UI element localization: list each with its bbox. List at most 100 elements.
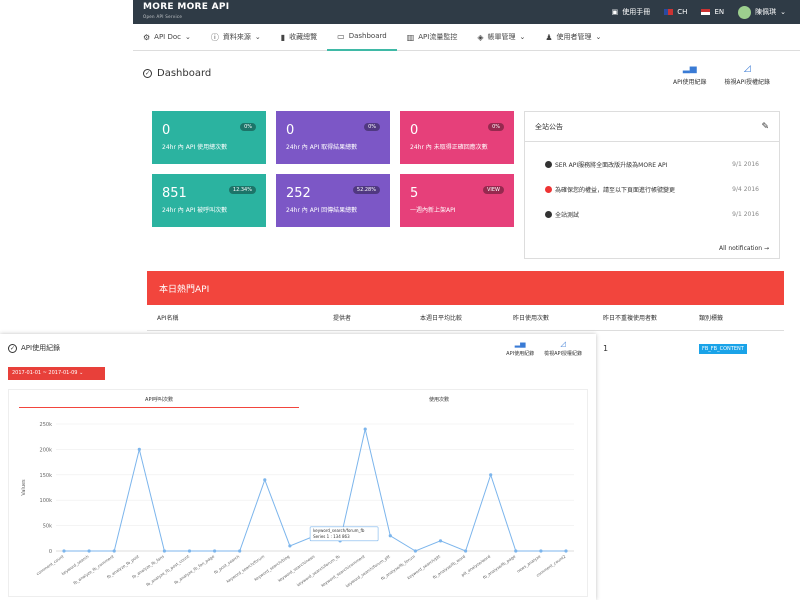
manual-link[interactable]: ▣ 使用手冊 xyxy=(612,7,651,17)
announcement-title: 全站公告 xyxy=(535,122,563,131)
line-chart: 050k100k150k200k250kValuescomment_countk… xyxy=(21,422,574,588)
column-header[interactable]: 本週日平均比較 xyxy=(420,313,462,322)
stat-badge: 0% xyxy=(240,123,256,131)
announcement-date: 9/4 2016 xyxy=(732,186,759,193)
menu-user-management[interactable]: ♟ 使用者管理 ⌄ xyxy=(535,24,611,51)
bookmark-icon: ▮ xyxy=(280,32,286,42)
tab-api-calls[interactable]: API呼叫次數 xyxy=(19,396,299,408)
brand-logo[interactable]: MORE MORE API Open API Service xyxy=(143,3,229,21)
action-label: API使用紀錄 xyxy=(506,351,535,357)
lang-ch-button[interactable]: CH xyxy=(664,8,687,16)
check-circle-icon: ✓ xyxy=(8,343,17,353)
cube-icon: ◈ xyxy=(477,32,484,42)
announcement-item[interactable]: SER API服務將全面改版升級為MORE API 9/1 2016 xyxy=(525,152,779,177)
info-icon: ⓘ xyxy=(210,32,219,42)
data-point xyxy=(162,549,166,553)
stat-label: 24hr 內 API 使用總次數 xyxy=(162,144,228,151)
category-tag[interactable]: FB_FB_CONTENT xyxy=(699,344,747,354)
data-point xyxy=(213,549,217,553)
view-button[interactable]: VIEW xyxy=(483,186,504,194)
column-header[interactable]: 昨日不重複使用者數 xyxy=(603,313,657,322)
stat-card[interactable]: 851 24hr 內 API 被呼叫次數 12.34% xyxy=(152,174,266,227)
action-label: 檢視API授權紀錄 xyxy=(544,351,582,357)
announcement-text: 為確保您的權益，請至以下頁面進行帳號變更 xyxy=(555,187,676,194)
column-header[interactable]: API名稱 xyxy=(157,313,179,322)
line-chart-icon: ◿ xyxy=(560,340,566,348)
tab-usage-count[interactable]: 使用次數 xyxy=(299,396,579,408)
stat-badge: 0% xyxy=(488,123,504,131)
stat-card[interactable]: 252 24hr 內 API 回傳結果總數 52.28% xyxy=(276,174,390,227)
api-usage-log-button[interactable]: ▂▅ API使用紀錄 xyxy=(506,340,534,357)
avatar xyxy=(738,5,752,19)
uk-flag-icon xyxy=(701,9,711,15)
menu-dashboard[interactable]: ▭ Dashboard xyxy=(327,24,397,51)
date-range-picker[interactable]: 2017-01-01 ~ 2017-01-09 ⌄ xyxy=(8,367,105,380)
top-navbar: MORE MORE API Open API Service ▣ 使用手冊 CH… xyxy=(133,0,800,24)
brand-subtitle: Open API Service xyxy=(143,14,183,19)
lang-en-button[interactable]: EN xyxy=(701,8,724,16)
menu-billing[interactable]: ◈ 帳單管理 ⌄ xyxy=(467,24,535,51)
data-point xyxy=(62,549,66,553)
api-auth-log-button[interactable]: ◿ 檢視API授權紀錄 xyxy=(544,340,582,357)
data-point xyxy=(539,549,543,553)
stat-card[interactable]: 0 24hr 內 API 使用總次數 0% xyxy=(152,111,266,164)
y-tick-label: 200k xyxy=(40,447,53,453)
api-usage-log-button[interactable]: ▂▅ API使用紀錄 xyxy=(673,64,707,86)
menu-label: 帳單管理 xyxy=(487,33,516,41)
chevron-down-icon: ⌄ xyxy=(185,33,191,41)
stat-card[interactable]: 0 24hr 內 API 取得結果總數 0% xyxy=(276,111,390,164)
data-point xyxy=(238,549,242,553)
menu-label: 資料來源 xyxy=(222,33,251,41)
x-tick-label: keyword_search/comment xyxy=(320,553,366,587)
chevron-down-icon: ⌄ xyxy=(519,33,526,41)
user-menu[interactable]: 陳佩琪 ⌄ xyxy=(738,5,786,19)
data-point xyxy=(413,549,417,553)
menu-favorites[interactable]: ▮ 收藏總覽 xyxy=(271,24,327,51)
announcement-item[interactable]: 為確保您的權益，請至以下頁面進行帳號變更 9/4 2016 xyxy=(525,177,779,202)
y-axis-label: Values xyxy=(21,479,27,496)
column-header[interactable]: 昨日使用次數 xyxy=(513,313,549,322)
chevron-down-icon: ⌄ xyxy=(595,33,602,41)
stat-card[interactable]: 5 一週內新上架API VIEW xyxy=(400,174,514,227)
data-point xyxy=(363,427,367,431)
chart-icon: ▥ xyxy=(406,32,415,42)
stat-badge: 52.28% xyxy=(352,186,380,194)
main-menu: ⚙ API Doc ⌄ ⓘ 資料來源 ⌄ ▮ 收藏總覽 ▭ Dashboard ▥ API流量… xyxy=(133,24,800,51)
announcement-text: SER API服務將全面改版升級為MORE API xyxy=(555,162,668,169)
table-cell: 1 xyxy=(603,344,609,353)
announcement-date: 9/1 2016 xyxy=(732,211,759,218)
y-tick-label: 150k xyxy=(40,473,53,479)
menu-api-doc[interactable]: ⚙ API Doc ⌄ xyxy=(133,24,201,51)
page-title: ✓ Dashboard xyxy=(143,68,211,79)
code-icon: ⚙ xyxy=(143,32,151,42)
menu-data-source[interactable]: ⓘ 資料來源 ⌄ xyxy=(201,24,271,51)
column-header[interactable]: 提供者 xyxy=(333,313,351,322)
usage-chart-panel: API呼叫次數 使用次數 0 50k 100k 150k 200k 250k Values c… xyxy=(8,389,588,597)
lang-en-label: EN xyxy=(714,8,725,16)
comment-icon xyxy=(545,211,552,218)
lang-ch-label: CH xyxy=(677,8,688,16)
data-point xyxy=(112,549,116,553)
data-point xyxy=(388,534,392,538)
stat-badge: 12.34% xyxy=(228,186,256,194)
data-point xyxy=(514,549,518,553)
all-notifications-link[interactable]: All notification → xyxy=(719,245,769,252)
column-header[interactable]: 類別標籤 xyxy=(699,313,723,322)
api-auth-log-button[interactable]: ◿ 檢視API授權紀錄 xyxy=(725,64,771,86)
tooltip-value: Series 1 : 134 863 xyxy=(313,534,350,539)
stat-card[interactable]: 0 24hr 內 未取得正確回應次數 0% xyxy=(400,111,514,164)
hot-api-columns: API名稱 提供者 本週日平均比較 昨日使用次數 昨日不重複使用者數 類別標籤 xyxy=(147,305,784,331)
stat-label: 24hr 內 API 回傳結果總數 xyxy=(286,207,358,214)
edit-icon[interactable]: ✎ xyxy=(761,122,769,132)
window-title: API使用紀錄 xyxy=(21,344,61,352)
announcement-item[interactable]: 全站測試 9/1 2016 xyxy=(525,202,779,227)
data-point xyxy=(438,539,443,543)
menu-api-traffic[interactable]: ▥ API流量監控 xyxy=(397,24,468,51)
page-title-text: Dashboard xyxy=(157,68,212,79)
menu-label: 使用者管理 xyxy=(556,33,592,41)
stat-label: 24hr 內 API 被呼叫次數 xyxy=(162,207,228,214)
user-name: 陳佩琪 xyxy=(755,8,777,16)
stat-label: 一週內新上架API xyxy=(410,207,456,214)
announcement-panel: 全站公告 ✎ SER API服務將全面改版升級為MORE API 9/1 2016… xyxy=(524,111,780,259)
action-label: API使用紀錄 xyxy=(673,79,707,86)
